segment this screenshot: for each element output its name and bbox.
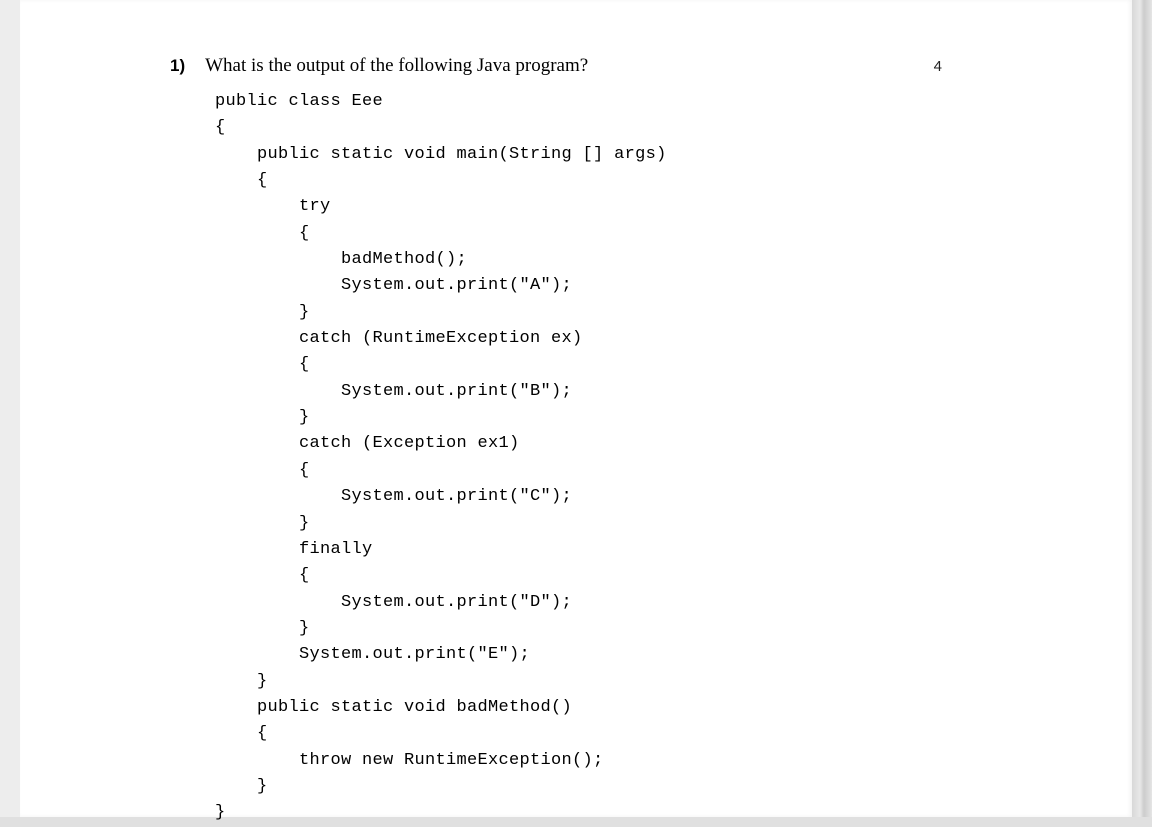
page-right-edge [1132, 0, 1152, 817]
question-points: 4 [934, 58, 942, 75]
page-left-edge [0, 0, 20, 817]
question-number: 1) [170, 56, 185, 76]
question-text: What is the output of the following Java… [205, 55, 588, 77]
code-block: public class Eee { public static void ma… [215, 89, 1072, 827]
document-page: 1) What is the output of the following J… [20, 0, 1132, 817]
